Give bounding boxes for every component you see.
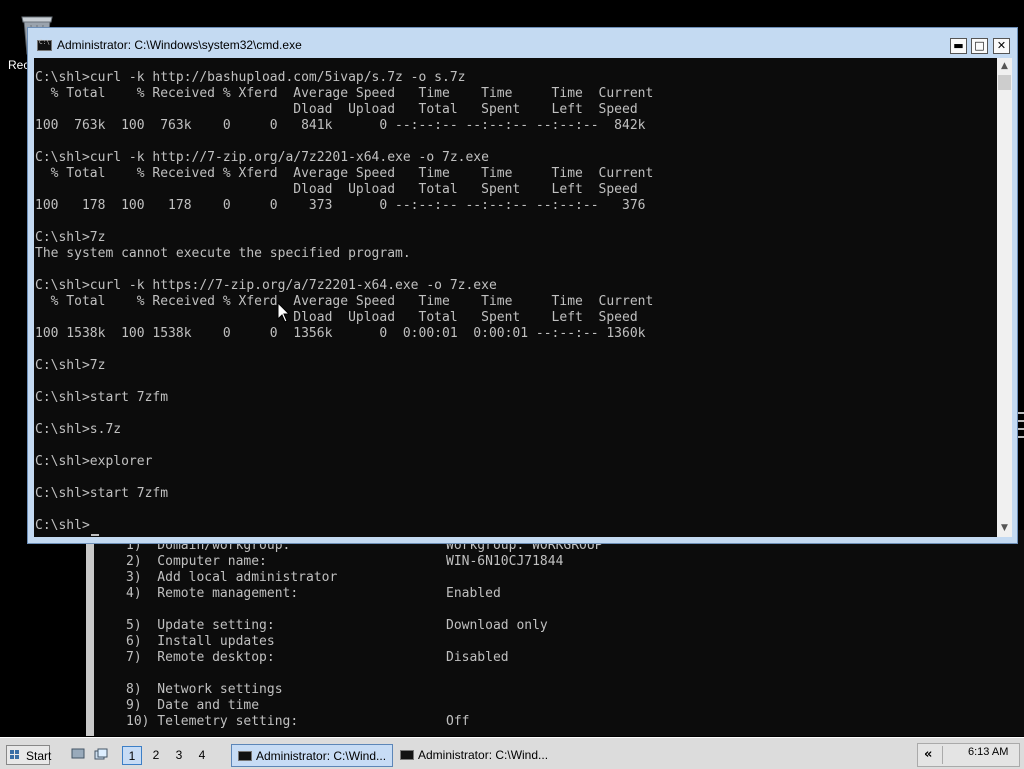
console-line: 100 763k 100 763k 0 0 841k 0 --:--:-- --… [35, 118, 646, 133]
sconfig-item-label: 3) Add local administrator [126, 570, 338, 585]
console-line: C:\shl>curl -k https://7-zip.org/a/7z220… [35, 278, 497, 293]
start-button[interactable]: Start [6, 745, 52, 765]
console-line: C:\shl>curl -k http://bashupload.com/5iv… [35, 70, 466, 85]
vertical-scrollbar[interactable]: ▲ ▼ [997, 58, 1012, 537]
window-edge-mark [1018, 412, 1024, 414]
sconfig-item-value: Enabled [446, 586, 501, 601]
sconfig-item-label: 6) Install updates [126, 634, 275, 649]
cmd-console[interactable]: C:\shl>curl -k http://bashupload.com/5iv… [34, 58, 997, 537]
scroll-up-icon[interactable]: ▲ [997, 58, 1012, 75]
close-button[interactable]: ✕ [993, 38, 1010, 54]
cmd-icon [238, 751, 252, 761]
taskbar: Start 1 2 3 4 Administrator: C:\Wind... … [0, 737, 1024, 769]
console-line: The system cannot execute the specified … [35, 246, 411, 261]
scrollbar-thumb[interactable] [998, 75, 1011, 90]
maximize-button[interactable]: □ [971, 38, 988, 54]
console-line: C:\shl> [35, 518, 90, 533]
console-line: 100 1538k 100 1538k 0 0 1356k 0 0:00:01 … [35, 326, 646, 341]
console-line: Dload Upload Total Spent Left Speed [35, 182, 638, 197]
console-line: Dload Upload Total Spent Left Speed [35, 310, 638, 325]
sconfig-item-label: 10) Telemetry setting: [126, 714, 299, 729]
tray-separator [942, 746, 943, 764]
sconfig-item-value: Off [446, 714, 470, 729]
sconfig-item-label: 8) Network settings [126, 682, 283, 697]
window-title: Administrator: C:\Windows\system32\cmd.e… [57, 38, 302, 52]
console-line: C:\shl>explorer [35, 454, 153, 469]
clock[interactable]: 6:13 AM [968, 746, 1008, 758]
taskbar-task-cmd-2[interactable]: Administrator: C:\Wind... [394, 744, 556, 767]
sconfig-item-label: 2) Computer name: [126, 554, 267, 569]
window-edge-mark [1018, 420, 1024, 422]
cmd-window[interactable]: Administrator: C:\Windows\system32\cmd.e… [27, 27, 1018, 544]
console-line: C:\shl>start 7zfm [35, 390, 169, 405]
show-desktop-icon[interactable] [71, 748, 85, 760]
desktop-pager-3[interactable]: 3 [169, 746, 189, 765]
desktop-pager-2[interactable]: 2 [146, 746, 166, 765]
desktop-pager-1[interactable]: 1 [122, 746, 142, 765]
console-line: 100 178 100 178 0 0 373 0 --:--:-- --:--… [35, 198, 646, 213]
cmd-titlebar[interactable]: Administrator: C:\Windows\system32\cmd.e… [28, 28, 1017, 59]
start-label: Start [26, 749, 52, 763]
sconfig-item-value: WIN-6N10CJ71844 [446, 554, 564, 569]
console-line: Dload Upload Total Spent Left Speed [35, 102, 638, 117]
cmd-icon [400, 750, 414, 760]
desktop-pager-4[interactable]: 4 [192, 746, 212, 765]
sconfig-item-value: Download only [446, 618, 548, 633]
sconfig-item-label: 4) Remote management: [126, 586, 299, 601]
minimize-button[interactable]: ▬ [950, 38, 967, 54]
taskbar-task-cmd-1[interactable]: Administrator: C:\Wind... [231, 744, 393, 767]
console-line: % Total % Received % Xferd Average Speed… [35, 166, 654, 181]
scroll-down-icon[interactable]: ▼ [997, 520, 1012, 537]
cmd-icon [37, 39, 52, 51]
text-caret [91, 534, 99, 536]
sconfig-item-label: 9) Date and time [126, 698, 260, 713]
console-line: % Total % Received % Xferd Average Speed… [35, 294, 654, 309]
console-line: C:\shl>curl -k http://7-zip.org/a/7z2201… [35, 150, 489, 165]
window-edge-mark [1018, 428, 1024, 430]
windows-logo-icon [10, 750, 19, 759]
console-line: C:\shl>s.7z [35, 422, 122, 437]
sconfig-console: 1) Domain/workgroup: Workgroup: WORKGROUP… [94, 530, 1024, 736]
task-label: Administrator: C:\Wind... [256, 749, 387, 763]
console-line: C:\shl>7z [35, 358, 106, 373]
sconfig-item-value: Disabled [446, 650, 509, 665]
tray-expand-icon[interactable]: « [924, 747, 932, 762]
console-line: C:\shl>start 7zfm [35, 486, 169, 501]
system-tray: « 6:13 AM [917, 743, 1020, 767]
task-label: Administrator: C:\Wind... [418, 748, 549, 762]
sconfig-item-label: 5) Update setting: [126, 618, 275, 633]
console-line: C:\shl>7z [35, 230, 106, 245]
window-edge-mark [1018, 436, 1024, 438]
window-switcher-icon[interactable] [94, 748, 108, 760]
sconfig-window[interactable]: 1) Domain/workgroup: Workgroup: WORKGROUP… [86, 530, 1024, 736]
sconfig-item-label: 7) Remote desktop: [126, 650, 275, 665]
console-line: % Total % Received % Xferd Average Speed… [35, 86, 654, 101]
mouse-pointer-icon [277, 302, 289, 323]
